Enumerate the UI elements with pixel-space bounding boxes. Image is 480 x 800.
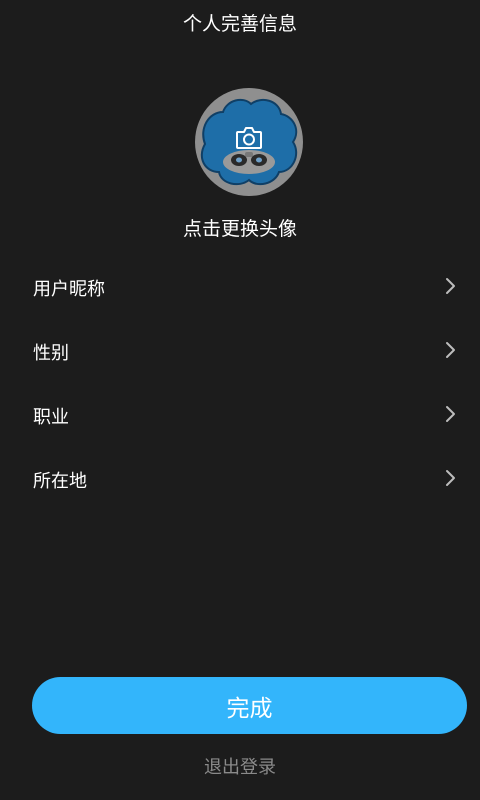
row-label: 用户昵称 (33, 279, 105, 300)
chevron-right-icon (446, 470, 455, 486)
chevron-right-icon (446, 406, 455, 422)
profile-field-list: 用户昵称 性别 职业 所在地 (0, 254, 480, 510)
page-title: 个人完善信息 (182, 13, 297, 35)
row-label: 性别 (33, 343, 69, 364)
row-occupation[interactable]: 职业 (0, 382, 480, 446)
chevron-right-icon (446, 342, 455, 358)
row-gender[interactable]: 性别 (0, 318, 480, 382)
camera-icon (236, 127, 262, 149)
row-location[interactable]: 所在地 (0, 446, 480, 510)
row-label: 职业 (33, 407, 69, 428)
row-label: 所在地 (33, 471, 87, 492)
change-avatar-hint[interactable]: 点击更换头像 (0, 214, 480, 241)
chevron-right-icon (446, 278, 455, 294)
done-button[interactable]: 完成 (32, 677, 467, 734)
avatar[interactable] (195, 88, 303, 196)
profile-completion-screen: 个人完善信息 点击更换头像 用户昵称 性别 职业 所在地 完成 退出登录 (0, 0, 480, 800)
row-nickname[interactable]: 用户昵称 (0, 254, 480, 318)
logout-link[interactable]: 退出登录 (0, 753, 480, 779)
